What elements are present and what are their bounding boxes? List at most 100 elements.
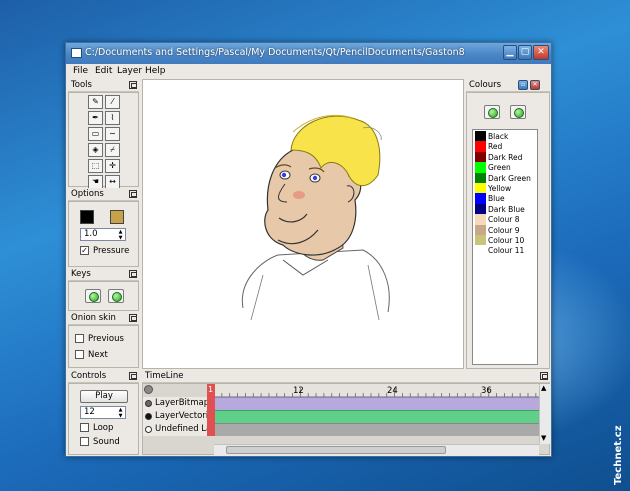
tools-float-icon[interactable] (129, 81, 137, 89)
menu-layer[interactable]: Layer (117, 66, 142, 76)
colour-list[interactable]: Black Red Dark Red Green Dark Green Yellow Blu… (472, 129, 538, 365)
character-drawing (241, 114, 390, 321)
timeline-panel-title: TimeLine (142, 370, 550, 383)
layer-row-vectorial[interactable]: LayerVectorial (143, 410, 213, 423)
next-checkbox[interactable] (75, 350, 84, 359)
colour-name: Green (488, 163, 511, 173)
colour-row[interactable]: Colour 9 (474, 224, 536, 235)
minimize-button[interactable]: ▁ (503, 45, 517, 60)
loop-checkbox[interactable] (80, 423, 89, 432)
bucket-tool-icon[interactable]: ◈ (88, 143, 103, 157)
close-button[interactable]: ✕ (533, 45, 549, 60)
width-spinbox[interactable]: 1.0 ▲ ▼ (80, 228, 126, 241)
pencil-tool-icon[interactable]: ✎ (88, 95, 103, 109)
playhead-marker[interactable]: 1 (207, 384, 215, 436)
layer-visibility-icon[interactable] (145, 426, 152, 433)
keys-float-icon[interactable] (129, 270, 137, 278)
options-float-icon[interactable] (129, 190, 137, 198)
timeline-panel-label: TimeLine (145, 371, 184, 381)
drawing-canvas[interactable] (142, 79, 464, 369)
timeline-horizontal-scrollbar[interactable] (214, 444, 539, 455)
layer-name: LayerBitmap (155, 398, 210, 408)
previous-checkbox[interactable] (75, 334, 84, 343)
controls-float-icon[interactable] (129, 372, 137, 380)
layer-visibility-icon[interactable] (145, 400, 152, 407)
brush-tool-icon[interactable]: ⁄ (105, 95, 120, 109)
remove-colour-button[interactable] (510, 105, 526, 119)
colour-name: Dark Green (488, 173, 531, 183)
add-colour-button[interactable] (484, 105, 500, 119)
menu-help[interactable]: Help (145, 66, 166, 76)
options-panel: 1.0 ▲ ▼ ✓ Pressure (68, 201, 139, 267)
colour-row[interactable]: Dark Green (474, 172, 536, 183)
loop-label: Loop (93, 423, 114, 433)
onion-float-icon[interactable] (129, 314, 137, 322)
colour-row[interactable]: Dark Red (474, 151, 536, 163)
scroll-down-icon[interactable]: ▼ (541, 434, 546, 442)
colour-name: Colour 9 (488, 225, 520, 235)
stroke-color-swatch[interactable] (80, 210, 94, 224)
layer-track-undefined[interactable] (214, 423, 539, 436)
colours-panel-title: Colours ▫ ✕ (466, 79, 550, 92)
timeline-vertical-scrollbar[interactable]: ▲ ▼ (539, 384, 550, 444)
play-button[interactable]: Play (80, 390, 128, 403)
timeline-float-icon[interactable] (540, 372, 548, 380)
title-bar[interactable]: C:/Documents and Settings/Pascal/My Docu… (66, 43, 551, 64)
colour-row[interactable]: Yellow (474, 183, 536, 194)
colours-close-button[interactable]: ✕ (530, 80, 540, 90)
options-panel-label: Options (71, 189, 104, 199)
colour-row[interactable]: Red (474, 141, 536, 152)
previous-label: Previous (88, 334, 124, 344)
smudge-tool-icon[interactable]: ∼ (105, 127, 120, 141)
colour-name: Dark Blue (488, 204, 525, 214)
colour-row[interactable]: Colour 8 (474, 214, 536, 225)
eraser-tool-icon[interactable]: ▭ (88, 127, 103, 141)
all-layers-visibility-icon[interactable] (144, 385, 153, 394)
onion-panel: Previous Next (68, 325, 139, 368)
fill-color-swatch[interactable] (110, 210, 124, 224)
remove-key-button[interactable] (108, 289, 124, 303)
colour-row[interactable]: Blue (474, 193, 536, 204)
colour-row[interactable]: Colour 11 (474, 245, 536, 256)
fps-value: 12 (84, 407, 95, 417)
mirror-tool-icon[interactable]: ↔ (105, 175, 120, 189)
eyedropper-tool-icon[interactable]: ⌿ (105, 143, 120, 157)
colour-row[interactable]: Dark Blue (474, 203, 536, 215)
hand-tool-icon[interactable]: ☚ (88, 175, 103, 189)
select-tool-icon[interactable]: ⬚ (88, 159, 103, 173)
layer-row-bitmap[interactable]: LayerBitmap (143, 397, 213, 410)
polyline-tool-icon[interactable]: ⌇ (105, 111, 120, 125)
colour-name: Blue (488, 194, 505, 204)
scroll-thumb[interactable] (226, 446, 446, 454)
menu-edit[interactable]: Edit (95, 66, 112, 76)
window-app-icon (71, 48, 82, 58)
onion-panel-title: Onion skin (68, 312, 139, 325)
fps-down-icon[interactable]: ▼ (116, 413, 125, 419)
layer-track-vectorial[interactable] (214, 410, 539, 423)
controls-panel-label: Controls (71, 371, 107, 381)
watermark-text: Technet.cz (613, 425, 624, 485)
scroll-up-icon[interactable]: ▲ (541, 384, 546, 392)
colour-row[interactable]: Green (474, 162, 536, 173)
colours-float-button[interactable]: ▫ (518, 80, 528, 90)
colour-row[interactable]: Black (474, 131, 536, 142)
pressure-label: Pressure (93, 246, 130, 256)
controls-panel-title: Controls (68, 370, 139, 383)
menu-file[interactable]: File (73, 66, 88, 76)
pressure-checkbox[interactable]: ✓ (80, 246, 89, 255)
layer-row-undefined[interactable]: Undefined Layer (143, 423, 213, 436)
colour-swatch (475, 224, 486, 235)
add-key-button[interactable] (85, 289, 101, 303)
move-tool-icon[interactable]: ✛ (105, 159, 120, 173)
sound-checkbox[interactable] (80, 437, 89, 446)
maximize-button[interactable]: ▢ (518, 45, 532, 60)
colour-name: Dark Red (488, 152, 523, 162)
layer-track-bitmap[interactable] (214, 397, 539, 410)
pen-tool-icon[interactable]: ✒ (88, 111, 103, 125)
layer-visibility-icon[interactable] (145, 413, 152, 420)
fps-spinbox[interactable]: 12 ▲ ▼ (80, 406, 126, 419)
colour-name: Colour 10 (488, 236, 525, 245)
width-down-icon[interactable]: ▼ (116, 235, 125, 241)
colour-row[interactable]: Colour 10 (474, 235, 536, 246)
menu-bar: File Edit Layer Help (66, 64, 551, 79)
